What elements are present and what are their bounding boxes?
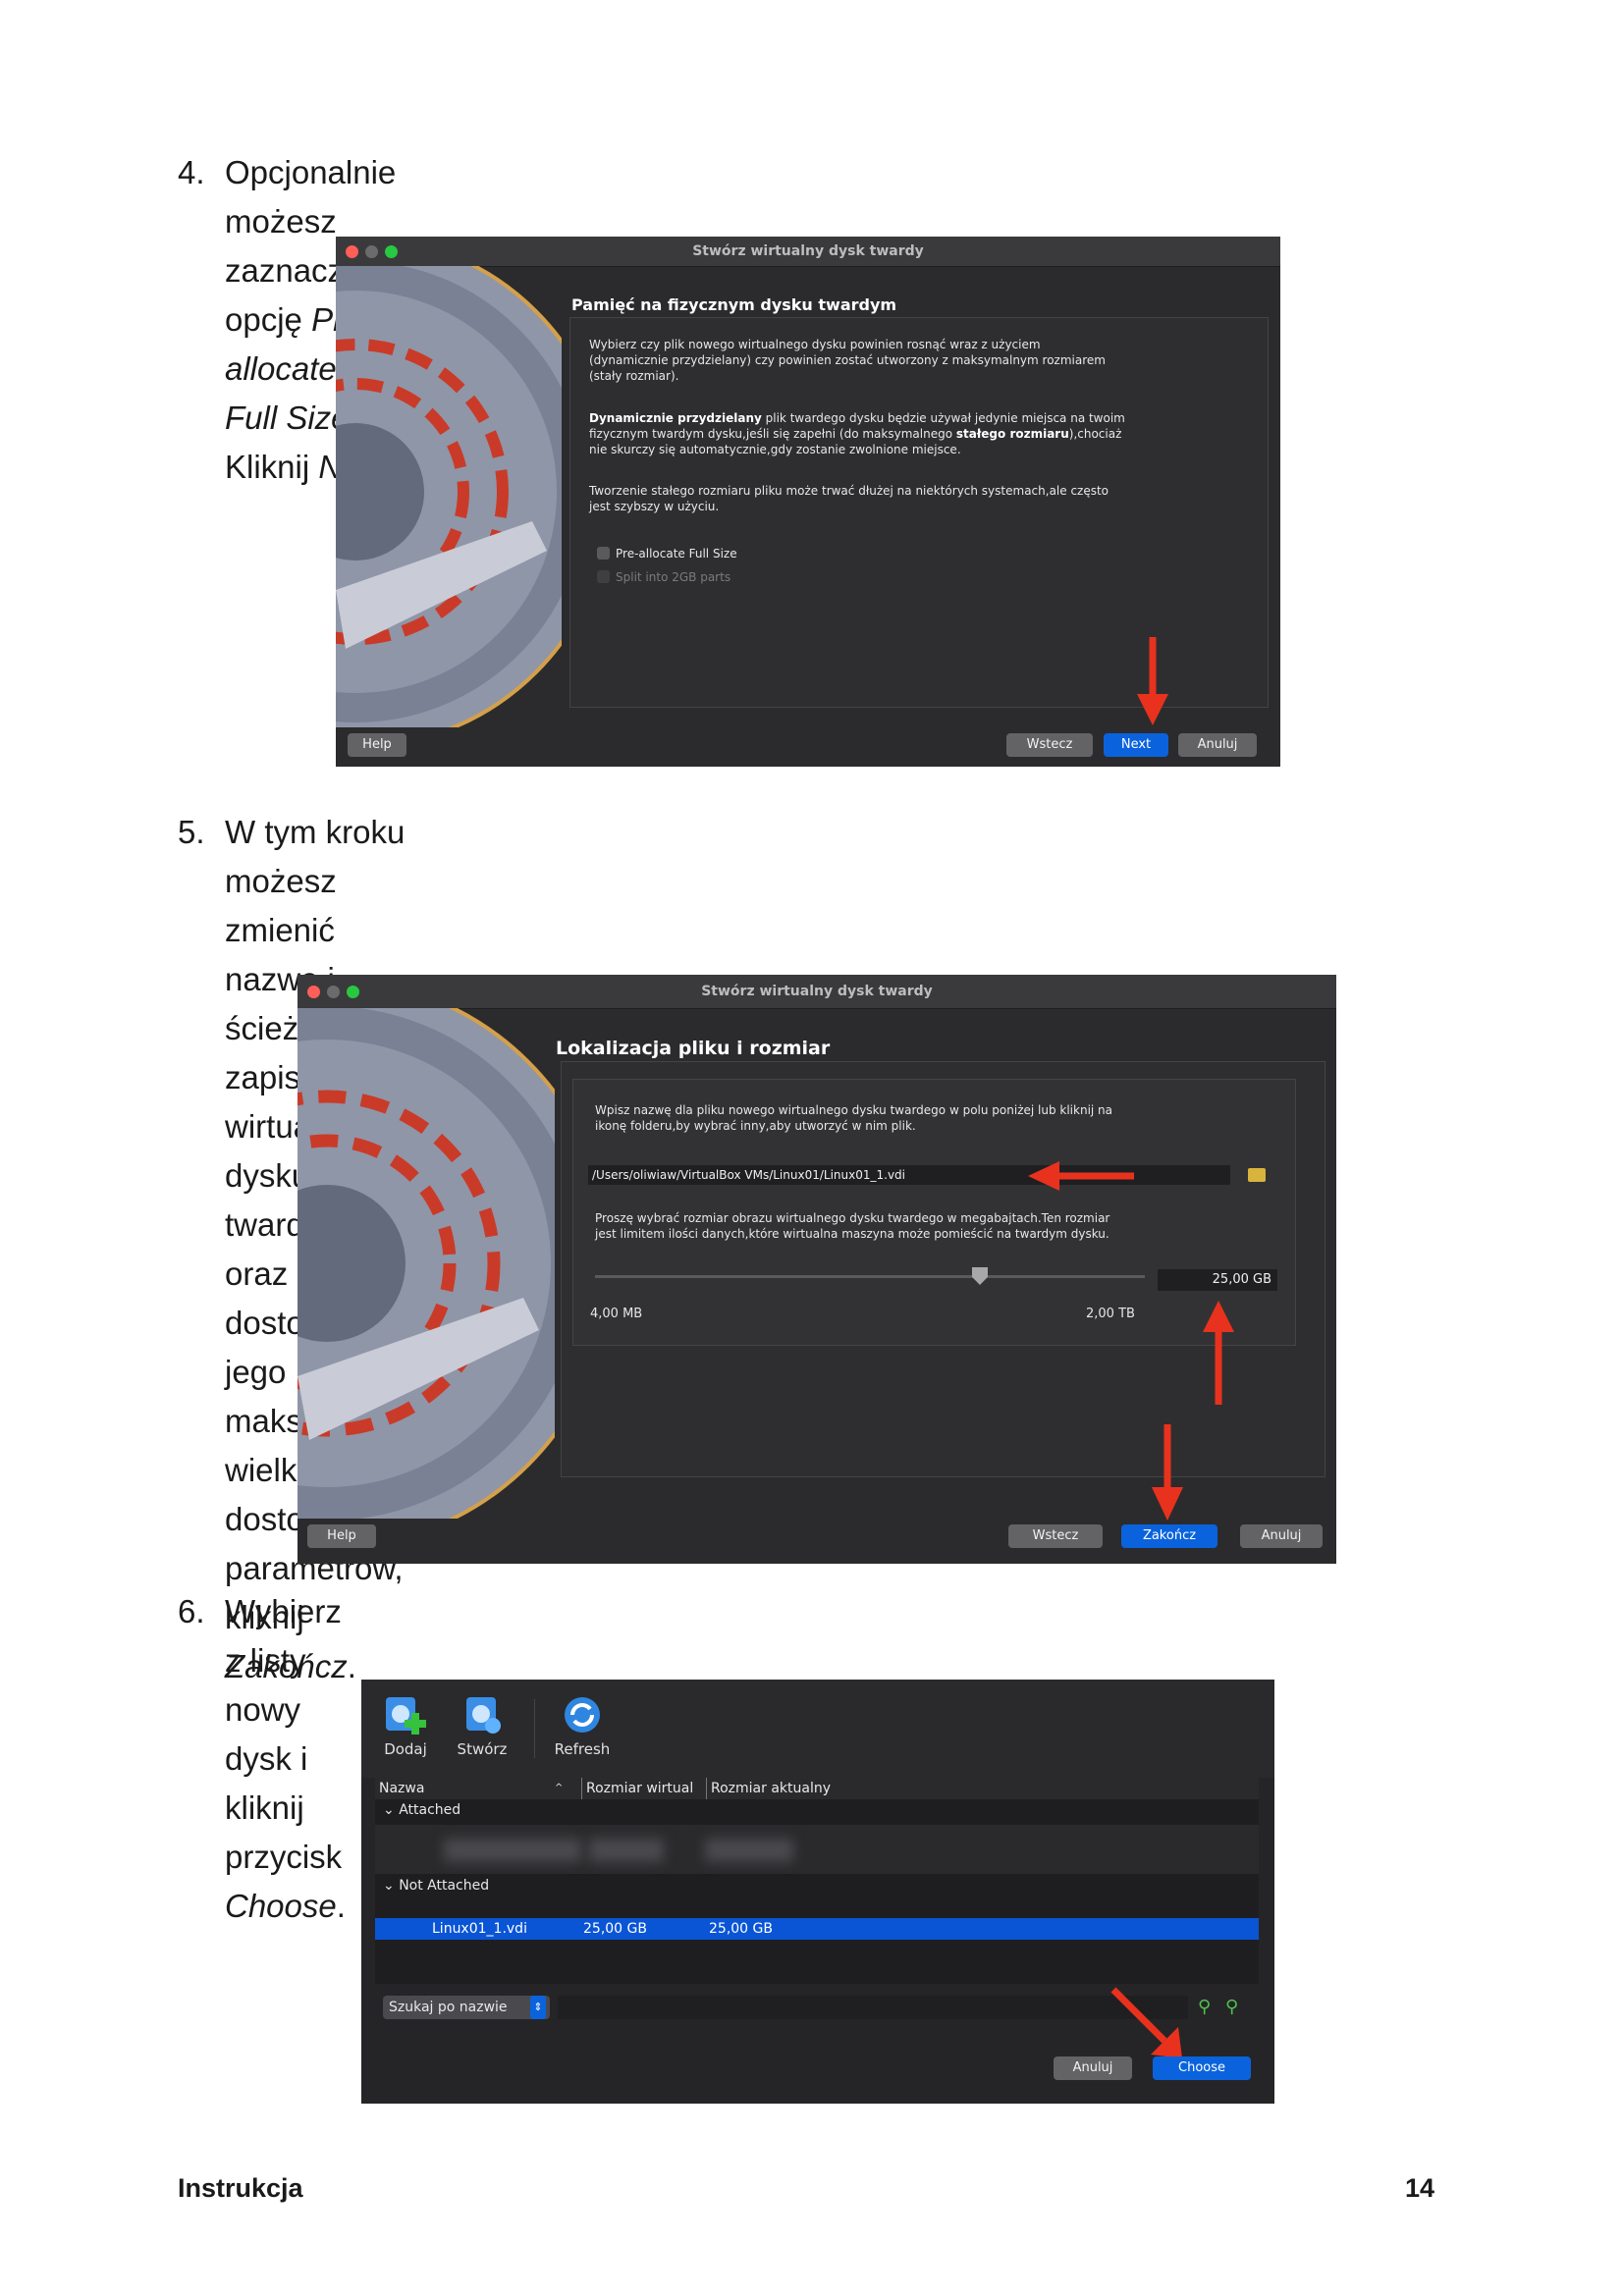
screenshot-prealloc: Stwórz wirtualny dysk twardy Pamięć na f… — [336, 237, 1280, 767]
screenshot-disk-chooser: Dodaj Stwórz Refresh Nazwa ^ Rozmiar wir… — [361, 1680, 1274, 2104]
create-disk-icon — [466, 1697, 501, 1734]
group-not-attached[interactable]: ⌄ Not Attached — [383, 1875, 489, 1896]
hard-disk-illustration — [336, 266, 562, 727]
hard-disk-illustration — [298, 1008, 555, 1519]
size-description: Proszę wybrać rozmiar obrazu wirtualnego… — [595, 1211, 1110, 1241]
size-slider-track[interactable] — [595, 1275, 1145, 1278]
red-arrow-left-icon — [1028, 1161, 1134, 1191]
split-checkbox: Split into 2GB parts — [597, 570, 730, 584]
sort-ascending-icon: ^ — [555, 1783, 564, 1793]
column-name[interactable]: Nazwa — [379, 1778, 424, 1799]
add-disk-icon — [386, 1697, 426, 1735]
red-arrow-diagonal-icon — [1110, 1987, 1182, 2058]
blurred-row — [375, 1825, 1259, 1874]
preallocate-checkbox[interactable]: Pre-allocate Full Size — [597, 547, 737, 561]
chevron-updown-icon: ⇕ — [530, 1996, 546, 2019]
footer-document-title: Instrukcja — [178, 2173, 303, 2203]
red-arrow-down-icon — [1137, 637, 1168, 725]
choose-button[interactable]: Choose — [1153, 2056, 1251, 2080]
screenshot-location-size: Stwórz wirtualny dysk twardy Lokalizacja… — [298, 975, 1336, 1564]
refresh-button[interactable]: Refresh — [548, 1693, 617, 1758]
create-label: Stwórz — [457, 1740, 508, 1758]
search-backward-icon[interactable]: ⚲ — [1225, 1997, 1238, 2017]
checkbox-box — [597, 570, 610, 583]
list-header: Nazwa ^ Rozmiar wirtual Rozmiar aktualny — [375, 1778, 1259, 1799]
row-actual-size: 25,00 GB — [709, 1921, 773, 1937]
step-text: Wybierz z listy nowy dysk i kliknij przy… — [225, 1593, 346, 1924]
row-virtual-size: 25,00 GB — [583, 1921, 647, 1937]
refresh-label: Refresh — [554, 1740, 611, 1758]
window-titlebar: Stwórz wirtualny dysk twardy — [298, 975, 1336, 1009]
window-title: Stwórz wirtualny dysk twardy — [692, 243, 924, 259]
size-input[interactable]: 25,00 GB — [1158, 1269, 1277, 1291]
column-virtual-size[interactable]: Rozmiar wirtual — [581, 1778, 693, 1799]
search-input[interactable] — [558, 1996, 1188, 2019]
row-name: Linux01_1.vdi — [432, 1921, 527, 1937]
cancel-button[interactable]: Anuluj — [1240, 1524, 1323, 1548]
column-actual-size[interactable]: Rozmiar aktualny — [706, 1778, 831, 1799]
add-label: Dodaj — [384, 1740, 427, 1758]
refresh-icon — [565, 1697, 600, 1733]
next-button[interactable]: Next — [1104, 733, 1168, 757]
toolbar: Dodaj Stwórz Refresh — [361, 1680, 1274, 1778]
help-button[interactable]: Help — [307, 1524, 376, 1548]
page-heading: Pamięć na fizycznym dysku twardym — [571, 295, 897, 314]
min-size-label: 4,00 MB — [590, 1307, 643, 1321]
add-button[interactable]: Dodaj — [383, 1693, 428, 1758]
finish-button[interactable]: Zakończ — [1121, 1524, 1217, 1548]
toolbar-separator — [534, 1699, 535, 1758]
max-size-label: 2,00 TB — [1086, 1307, 1135, 1321]
search-mode-select[interactable]: Szukaj po nazwie ⇕ — [383, 1996, 550, 2019]
window-title: Stwórz wirtualny dysk twardy — [701, 984, 933, 999]
back-button[interactable]: Wstecz — [1006, 733, 1093, 757]
step-number: 4. — [178, 154, 205, 190]
red-arrow-up-icon — [1203, 1301, 1234, 1405]
group-attached[interactable]: ⌄ Attached — [383, 1799, 460, 1821]
chevron-down-icon: ⌄ — [383, 1802, 395, 1818]
folder-icon[interactable] — [1248, 1168, 1266, 1182]
description-paragraph-2: Dynamicznie przydzielany plik twardego d… — [589, 411, 1125, 456]
checkbox-box[interactable] — [597, 547, 610, 560]
location-description: Wpisz nazwę dla pliku nowego wirtualnego… — [595, 1103, 1113, 1133]
create-button[interactable]: Stwórz — [455, 1693, 510, 1758]
media-list: Nazwa ^ Rozmiar wirtual Rozmiar aktualny… — [375, 1778, 1259, 1984]
back-button[interactable]: Wstecz — [1008, 1524, 1103, 1548]
red-arrow-down-icon — [1152, 1424, 1183, 1521]
step-number: 6. — [178, 1593, 205, 1629]
description-paragraph-1: Wybierz czy plik nowego wirtualnego dysk… — [589, 338, 1106, 383]
help-button[interactable]: Help — [348, 733, 406, 757]
step-number: 5. — [178, 814, 205, 850]
chevron-down-icon: ⌄ — [383, 1878, 395, 1894]
search-forward-icon[interactable]: ⚲ — [1198, 1997, 1211, 2017]
window-titlebar: Stwórz wirtualny dysk twardy — [336, 237, 1280, 267]
page-heading: Lokalizacja pliku i rozmiar — [556, 1038, 831, 1059]
table-row[interactable]: Linux01_1.vdi 25,00 GB 25,00 GB — [375, 1918, 1259, 1940]
page-number: 14 — [1404, 2173, 1434, 2203]
cancel-button[interactable]: Anuluj — [1178, 733, 1257, 757]
cancel-button[interactable]: Anuluj — [1054, 2056, 1132, 2080]
description-paragraph-3: Tworzenie stałego rozmiaru pliku może tr… — [589, 484, 1109, 513]
